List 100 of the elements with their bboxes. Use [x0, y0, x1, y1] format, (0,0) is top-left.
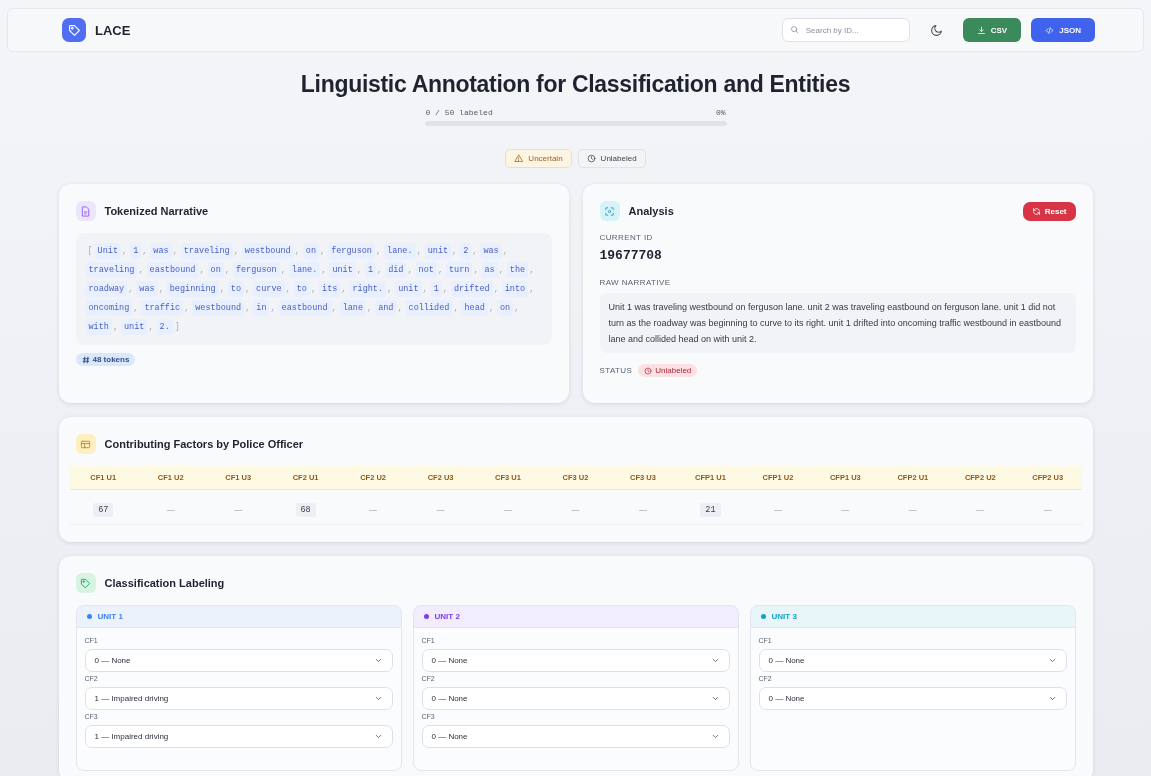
csv-export-button[interactable]: CSV: [962, 18, 1022, 42]
field-label: CURRENT ID: [599, 233, 654, 242]
dropdown[interactable]: 0 — None: [421, 687, 730, 710]
bracket: [: [86, 246, 94, 256]
token: lane: [339, 300, 367, 316]
token-count: 48 tokens: [75, 353, 136, 366]
dropdown[interactable]: 1 — Impaired driving: [84, 687, 393, 710]
download-icon: [976, 25, 986, 35]
token: eastbound: [278, 300, 331, 316]
separator: ,: [513, 303, 521, 313]
token: lane.: [288, 262, 321, 278]
filter-chip[interactable]: Unlabeled: [577, 149, 646, 168]
separator: ,: [320, 265, 328, 275]
progress-label: 0 / 50 labeled: [425, 108, 493, 117]
table-cell: —: [841, 505, 850, 514]
token: ferguson: [328, 243, 375, 259]
chevron-down-icon: [373, 694, 383, 703]
app-name: LACE: [95, 22, 131, 38]
token: drifted: [450, 281, 493, 297]
separator: ,: [340, 284, 348, 294]
separator: ,: [111, 322, 119, 332]
token: 1: [364, 262, 377, 278]
separator: ,: [415, 246, 423, 256]
separator: ,: [386, 284, 394, 294]
token: unit: [121, 319, 148, 335]
token: to: [293, 281, 310, 297]
dropdown[interactable]: 1 — Impaired driving: [84, 725, 393, 748]
separator: ,: [132, 303, 140, 313]
token: oncoming: [85, 300, 133, 316]
separator: ,: [528, 265, 536, 275]
bracket: ]: [173, 322, 181, 332]
token: westbound: [241, 243, 294, 259]
separator: ,: [528, 284, 536, 294]
moon-icon[interactable]: [929, 23, 943, 37]
separator: ,: [141, 246, 149, 256]
unit-name: UNIT 3: [771, 612, 797, 621]
table-cell: —: [166, 505, 175, 514]
table-cell: —: [436, 505, 445, 514]
dropdown[interactable]: 0 — None: [758, 687, 1067, 710]
search-field[interactable]: Search by ID...: [781, 18, 910, 42]
card-title: Contributing Factors by Police Officer: [104, 438, 305, 450]
hash-icon: [81, 355, 90, 364]
separator: ,: [137, 265, 145, 275]
status-badge: Unlabeled: [638, 364, 698, 377]
field-label: RAW NARRATIVE: [599, 278, 672, 287]
separator: ,: [244, 284, 252, 294]
table-cell: 67: [93, 503, 114, 517]
separator: ,: [198, 265, 206, 275]
record-id: 19677708: [599, 248, 663, 263]
dropdown[interactable]: 0 — None: [421, 649, 730, 672]
token: Unit: [94, 243, 121, 259]
separator: ,: [223, 265, 231, 275]
separator: ,: [471, 246, 479, 256]
table-cell: 21: [700, 503, 721, 517]
dropdown[interactable]: 0 — None: [84, 649, 393, 672]
scan-icon: [604, 205, 615, 217]
token: not: [415, 262, 437, 278]
token: ferguson: [232, 262, 280, 278]
unit-name: UNIT 2: [434, 612, 460, 621]
dropdown[interactable]: 0 — None: [421, 725, 730, 748]
token: turn: [446, 262, 473, 278]
separator: ,: [121, 246, 129, 256]
table-icon: [80, 438, 91, 450]
table-cell: —: [1043, 505, 1052, 514]
reset-button[interactable]: Reset: [1022, 201, 1076, 221]
clock-icon: [644, 366, 653, 375]
tag-icon: [67, 23, 81, 37]
json-export-button[interactable]: JSON: [1031, 18, 1095, 42]
card-title: Classification Labeling: [104, 577, 226, 589]
separator: ,: [452, 303, 460, 313]
separator: ,: [330, 303, 338, 313]
token: lane.: [384, 243, 416, 259]
separator: ,: [441, 284, 449, 294]
token: in: [253, 300, 270, 316]
token: 1: [430, 281, 442, 297]
separator: ,: [171, 246, 179, 256]
table-cell: —: [976, 505, 985, 514]
table-cell: —: [638, 505, 647, 514]
token: and: [375, 300, 397, 316]
token: unit: [329, 262, 356, 278]
token: collided: [405, 300, 453, 316]
token: curve: [253, 281, 285, 297]
token: the: [506, 262, 529, 278]
separator: ,: [218, 284, 226, 294]
filter-chip[interactable]: Uncertain: [505, 149, 572, 168]
token: 2.: [156, 319, 173, 335]
token: its: [319, 281, 341, 297]
separator: ,: [501, 246, 509, 256]
separator: ,: [157, 284, 165, 294]
separator: ,: [284, 284, 292, 294]
table-cell: —: [773, 505, 782, 514]
dropdown[interactable]: 0 — None: [758, 649, 1067, 672]
separator: ,: [244, 303, 252, 313]
table-cell: —: [369, 505, 378, 514]
separator: ,: [319, 246, 327, 256]
separator: ,: [436, 265, 444, 275]
chevron-down-icon: [373, 732, 383, 741]
separator: ,: [366, 303, 374, 313]
token: was: [150, 243, 172, 259]
token: to: [227, 281, 244, 297]
